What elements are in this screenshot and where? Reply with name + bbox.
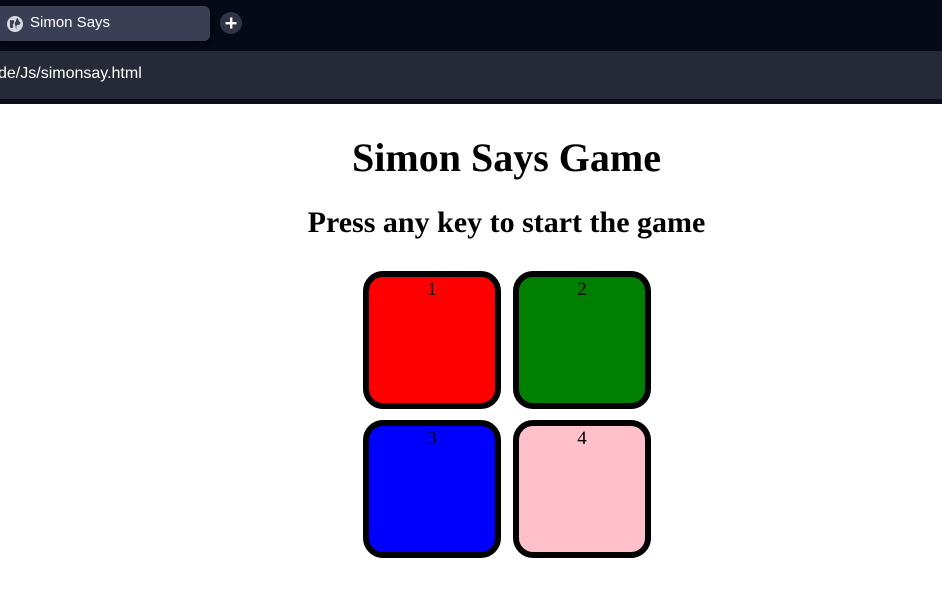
new-tab-plus-icon[interactable] xyxy=(220,12,242,34)
red-game-button[interactable]: 1 xyxy=(363,271,501,409)
game-status-text: Press any key to start the game xyxy=(307,206,706,239)
button-label-2: 2 xyxy=(577,279,587,300)
tab-bar: Simon Says xyxy=(0,0,942,51)
url-text[interactable]: de/Js/simonsay.html xyxy=(0,65,142,83)
button-label-3: 3 xyxy=(427,428,437,449)
button-label-1: 1 xyxy=(427,279,437,300)
green-game-button[interactable]: 2 xyxy=(513,271,651,409)
pink-game-button[interactable]: 4 xyxy=(513,420,651,558)
globe-icon xyxy=(7,16,23,32)
page-title: Simon Says Game xyxy=(352,135,661,180)
blue-game-button[interactable]: 3 xyxy=(363,420,501,558)
page-content: Simon Says Game Press any key to start t… xyxy=(0,104,942,601)
button-label-4: 4 xyxy=(577,428,587,449)
tab-title: Simon Says xyxy=(30,14,111,31)
browser-tab[interactable]: Simon Says xyxy=(0,6,210,41)
address-bar[interactable]: de/Js/simonsay.html xyxy=(0,51,942,99)
